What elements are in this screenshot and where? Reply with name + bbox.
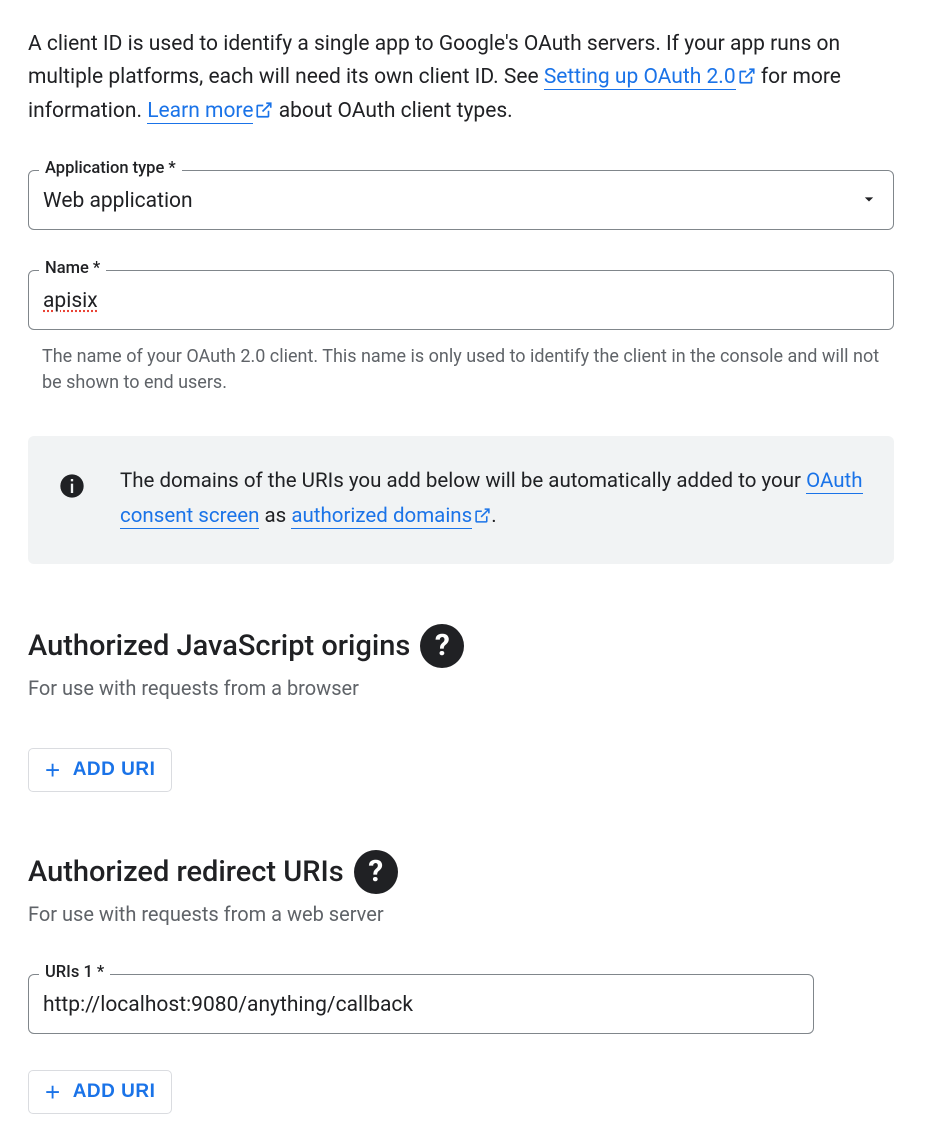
add-redirect-uri-button[interactable]: + ADD URI	[28, 1070, 172, 1114]
external-link-icon	[474, 501, 491, 536]
name-label: Name *	[39, 259, 106, 278]
application-type-label: Application type *	[39, 159, 182, 178]
redirect-uri-1-label: URIs 1 *	[39, 963, 110, 982]
link-authorized-domains[interactable]: authorized domains	[291, 504, 472, 529]
external-link-icon	[738, 63, 756, 96]
plus-icon: +	[45, 1079, 61, 1105]
js-origins-subtitle: For use with requests from a browser	[28, 676, 908, 700]
add-uri-label: ADD URI	[73, 1081, 156, 1103]
plus-icon: +	[45, 757, 61, 783]
info-icon	[58, 464, 86, 504]
redirect-uri-1-input[interactable]	[43, 993, 799, 1017]
link-setup-oauth[interactable]: Setting up OAuth 2.0	[544, 65, 736, 90]
help-icon[interactable]: ?	[420, 624, 464, 668]
help-icon[interactable]: ?	[354, 850, 398, 894]
add-uri-label: ADD URI	[73, 759, 156, 781]
add-js-origin-button[interactable]: + ADD URI	[28, 748, 172, 792]
js-origins-title: Authorized JavaScript origins	[28, 629, 410, 663]
js-origins-header: Authorized JavaScript origins ?	[28, 624, 908, 668]
name-field[interactable]: Name *	[28, 270, 894, 330]
chevron-down-icon	[859, 189, 879, 213]
link-learn-more[interactable]: Learn more	[147, 99, 253, 124]
external-link-icon	[255, 97, 273, 130]
redirect-uris-subtitle: For use with requests from a web server	[28, 902, 908, 926]
name-helper-text: The name of your OAuth 2.0 client. This …	[28, 344, 894, 396]
application-type-value: Web application	[43, 189, 859, 213]
intro-paragraph: A client ID is used to identify a single…	[28, 28, 908, 130]
application-type-select[interactable]: Application type * Web application	[28, 170, 894, 230]
name-input[interactable]	[43, 289, 879, 313]
redirect-uri-1-field[interactable]: URIs 1 *	[28, 974, 814, 1034]
redirect-uris-title: Authorized redirect URIs	[28, 855, 344, 889]
info-callout: The domains of the URIs you add below wi…	[28, 436, 894, 564]
redirect-uris-header: Authorized redirect URIs ?	[28, 850, 908, 894]
